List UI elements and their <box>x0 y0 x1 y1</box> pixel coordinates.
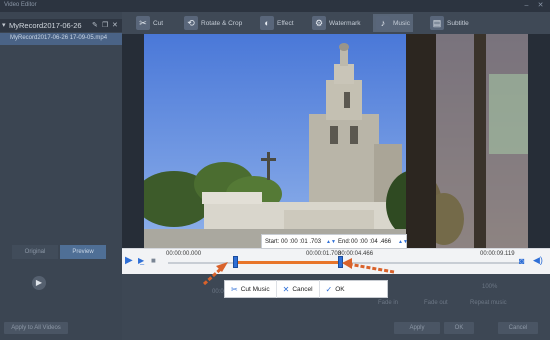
preview-tabs: Original Preview <box>12 245 108 259</box>
scissors-icon: ✂ <box>136 16 150 30</box>
video-editor-window: Video Editor – ✕ ▾ MyRecord2017-06-26 ✎ … <box>0 0 550 340</box>
camera-icon[interactable]: ◙ <box>519 256 524 266</box>
tool-label: Subtitle <box>447 19 469 27</box>
apply-to-all-button[interactable]: Apply to All Videos <box>4 322 68 334</box>
tool-label: Rotate & Crop <box>201 19 243 27</box>
range-popup: Start: 00 :00 :01 .703 ▲▼ End: 00 :00 :0… <box>261 234 408 249</box>
volume-value: 100% <box>482 284 498 290</box>
editor-toolbar: ✂ Cut ⟲ Rotate & Crop ◐ Effect ⚙ Waterma… <box>122 12 550 34</box>
tool-subtitle[interactable]: ▤ Subtitle <box>430 14 469 32</box>
play-icon[interactable]: ▶ <box>125 255 133 266</box>
close-icon[interactable]: ✕ <box>536 1 545 10</box>
video-preview <box>122 34 550 248</box>
apply-button[interactable]: Apply <box>394 322 440 334</box>
fade-in-checkbox[interactable]: Fade in <box>378 300 398 306</box>
subtitle-icon: ▤ <box>430 16 444 30</box>
repeat-music-checkbox[interactable]: Repeat music <box>470 300 507 306</box>
tab-preview[interactable]: Preview <box>60 245 106 259</box>
cancel-button[interactable]: Cancel <box>498 322 538 334</box>
tool-label: Music <box>393 19 410 27</box>
music-icon: ♪ <box>376 16 390 30</box>
fade-out-checkbox[interactable]: Fade out <box>424 300 448 306</box>
file-item[interactable]: ▾ MyRecord2017-06-26 ✎ ❐ ✕ <box>0 19 122 32</box>
edit-icon[interactable]: ✎ <box>92 21 98 29</box>
clip-item[interactable]: MyRecord2017-06-26 17-09-05.mp4 <box>0 33 122 45</box>
time-end: 00:00:09.119 <box>480 251 515 257</box>
video-frame-image <box>144 34 528 248</box>
end-label: End: <box>338 239 351 245</box>
effect-icon: ◐ <box>260 16 274 30</box>
close-icon[interactable]: ✕ <box>112 21 118 29</box>
tool-rotate-crop[interactable]: ⟲ Rotate & Crop <box>184 14 242 32</box>
start-time-input[interactable]: 00 :00 :01 .703 <box>281 239 321 245</box>
tool-effect[interactable]: ◐ Effect <box>260 14 294 32</box>
start-label: Start: <box>265 239 280 245</box>
volume-icon[interactable]: ◀) <box>533 255 543 266</box>
tool-label: Cut <box>153 19 164 27</box>
tool-watermark[interactable]: ⚙ Watermark <box>312 14 361 32</box>
stop-icon[interactable]: ■ <box>151 256 156 265</box>
chevron-down-icon[interactable]: ▾ <box>2 21 6 29</box>
watermark-icon: ⚙ <box>312 16 326 30</box>
play-selection-icon[interactable]: ▶̲ <box>138 256 144 265</box>
file-name: MyRecord2017-06-26 <box>9 21 82 30</box>
tool-label: Watermark <box>329 19 361 27</box>
play-icon[interactable]: ▶ <box>32 276 46 290</box>
tool-label: Effect <box>277 19 294 27</box>
window-title: Video Editor <box>4 2 37 8</box>
end-time-input[interactable]: 00 :00 :04 .466 <box>351 239 391 245</box>
title-bar: Video Editor – ✕ <box>0 0 550 12</box>
copy-icon[interactable]: ❐ <box>102 21 108 29</box>
minimize-icon[interactable]: – <box>522 1 531 10</box>
annotation-arrows <box>202 258 395 286</box>
tab-original[interactable]: Original <box>12 245 58 259</box>
start-spinner-icon[interactable]: ▲▼ <box>326 239 336 245</box>
ok-button[interactable]: OK <box>444 322 474 334</box>
end-spinner-icon[interactable]: ▲▼ <box>398 239 408 245</box>
video-frame <box>144 34 528 248</box>
tool-music[interactable]: ♪ Music <box>373 14 413 32</box>
clip-name: MyRecord2017-06-26 17-09-05.mp4 <box>10 35 108 41</box>
sidebar: ▾ MyRecord2017-06-26 ✎ ❐ ✕ MyRecord2017-… <box>0 12 122 340</box>
tool-cut[interactable]: ✂ Cut <box>136 14 163 32</box>
crop-icon: ⟲ <box>184 16 198 30</box>
